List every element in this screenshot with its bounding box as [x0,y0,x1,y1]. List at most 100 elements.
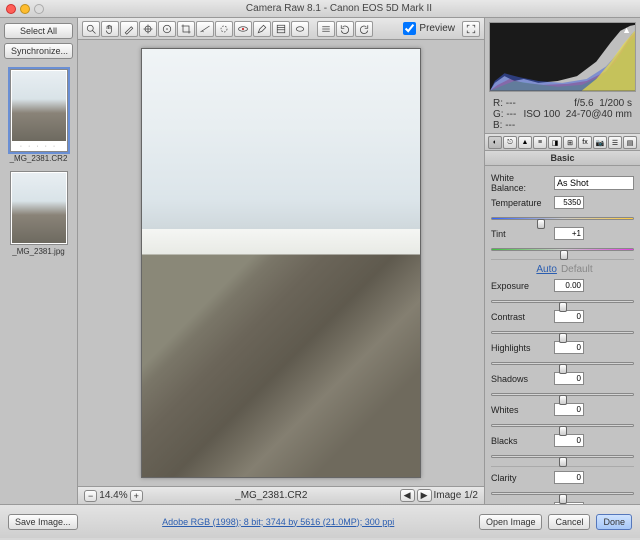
status-filename: _MG_2381.CR2 [143,490,400,501]
highlights-slider[interactable] [491,357,634,369]
synchronize-button[interactable]: Synchronize... [4,43,73,59]
prefs-tool-icon[interactable] [317,21,335,37]
exif-g: G: --- [493,109,516,120]
tab-curves[interactable]: ⎋ [503,136,517,149]
basic-panel: White Balance: As Shot Temperature Tint … [485,166,640,504]
tab-fx[interactable]: fx [578,136,592,149]
straighten-tool-icon[interactable] [196,21,214,37]
blacks-slider[interactable] [491,450,634,462]
redeye-tool-icon[interactable] [234,21,252,37]
preview-checkbox[interactable] [403,22,416,35]
window-title: Camera Raw 8.1 - Canon EOS 5D Mark II [44,3,634,14]
exposure-slider[interactable] [491,295,634,307]
tint-input[interactable] [554,227,584,240]
exposure-input[interactable] [554,279,584,292]
tab-snapshots[interactable]: ▤ [623,136,637,149]
zoom-in-button[interactable]: + [130,490,143,502]
fullscreen-icon[interactable] [462,21,480,37]
thumbnail-1[interactable]: · · · · · [10,69,68,152]
exif-iso: ISO 100 [523,109,560,120]
target-adjust-tool-icon[interactable] [158,21,176,37]
image-canvas[interactable] [78,40,484,486]
tint-slider[interactable] [491,243,634,255]
shadows-input[interactable] [554,372,584,385]
exif-aperture: f/5.6 [574,98,593,109]
tab-detail[interactable]: ▲ [518,136,532,149]
close-icon[interactable] [6,4,16,14]
image-index: Image 1/2 [434,490,478,501]
workflow-link[interactable]: Adobe RGB (1998); 8 bit; 3744 by 5616 (2… [84,517,473,527]
tab-basic[interactable]: ◐ [488,136,502,149]
titlebar: Camera Raw 8.1 - Canon EOS 5D Mark II [0,0,640,18]
tint-label: Tint [491,229,551,239]
hand-tool-icon[interactable] [101,21,119,37]
highlight-clip-icon[interactable]: ▲ [622,25,631,35]
tab-hsl[interactable]: ≡ [533,136,547,149]
temperature-input[interactable] [554,196,584,209]
vibrance-label: Vibrance [491,504,551,505]
zoom-level: 14.4% [99,490,127,501]
rotate-cw-icon[interactable] [355,21,373,37]
contrast-input[interactable] [554,310,584,323]
exif-r: R: --- [493,98,516,109]
tab-lens[interactable]: ⊞ [563,136,577,149]
spot-removal-tool-icon[interactable] [215,21,233,37]
tab-split[interactable]: ◨ [548,136,562,149]
toolbar: Preview [78,18,484,40]
prev-image-button[interactable]: ◀ [400,489,415,502]
thumbnail-2[interactable] [10,171,68,245]
bottom-bar: Save Image... Adobe RGB (1998); 8 bit; 3… [0,504,640,538]
exposure-label: Exposure [491,281,551,291]
panel-header: Basic [485,151,640,166]
preview-label: Preview [419,23,455,34]
zoom-icon [34,4,44,14]
histogram[interactable]: ▲ [489,22,636,92]
blacks-input[interactable] [554,434,584,447]
zoom-out-button[interactable]: − [84,490,97,502]
rating-dots: · · · · · [12,143,66,150]
right-panel: ▲ R: --- G: --- B: --- f/5.6 1/200 s ISO… [484,18,640,504]
highlights-input[interactable] [554,341,584,354]
graduated-filter-tool-icon[interactable] [272,21,290,37]
contrast-label: Contrast [491,312,551,322]
open-image-button[interactable]: Open Image [479,514,543,530]
radial-filter-tool-icon[interactable] [291,21,309,37]
tab-presets[interactable]: ☰ [608,136,622,149]
adjustment-brush-tool-icon[interactable] [253,21,271,37]
exif-b: B: --- [493,120,516,131]
save-image-button[interactable]: Save Image... [8,514,78,530]
shadows-slider[interactable] [491,388,634,400]
highlights-label: Highlights [491,343,551,353]
done-button[interactable]: Done [596,514,632,530]
clarity-label: Clarity [491,473,551,483]
preview-image [141,48,421,478]
clarity-slider[interactable] [491,487,634,499]
clarity-input[interactable] [554,471,584,484]
contrast-slider[interactable] [491,326,634,338]
wb-select[interactable]: As Shot [554,176,634,190]
minimize-icon[interactable] [20,4,30,14]
wb-label: White Balance: [491,173,551,193]
exif-lens: 24-70@40 mm [566,109,632,120]
thumbnail-image [12,173,66,243]
status-bar: − 14.4% + _MG_2381.CR2 ◀ ▶ Image 1/2 [78,486,484,504]
crop-tool-icon[interactable] [177,21,195,37]
white-balance-tool-icon[interactable] [120,21,138,37]
whites-slider[interactable] [491,419,634,431]
cancel-button[interactable]: Cancel [548,514,590,530]
zoom-tool-icon[interactable] [82,21,100,37]
whites-input[interactable] [554,403,584,416]
thumbnail-image [12,71,66,141]
next-image-button[interactable]: ▶ [417,489,432,502]
temperature-slider[interactable] [491,212,634,224]
auto-link[interactable]: Auto [536,264,557,275]
panel-tabs: ◐ ⎋ ▲ ≡ ◨ ⊞ fx 📷 ☰ ▤ [485,133,640,151]
rotate-ccw-icon[interactable] [336,21,354,37]
color-sampler-tool-icon[interactable] [139,21,157,37]
temperature-label: Temperature [491,198,551,208]
select-all-button[interactable]: Select All [4,23,73,39]
tab-camera[interactable]: 📷 [593,136,607,149]
exif-shutter: 1/200 s [599,98,632,109]
shadows-label: Shadows [491,374,551,384]
traffic-lights [6,4,44,14]
